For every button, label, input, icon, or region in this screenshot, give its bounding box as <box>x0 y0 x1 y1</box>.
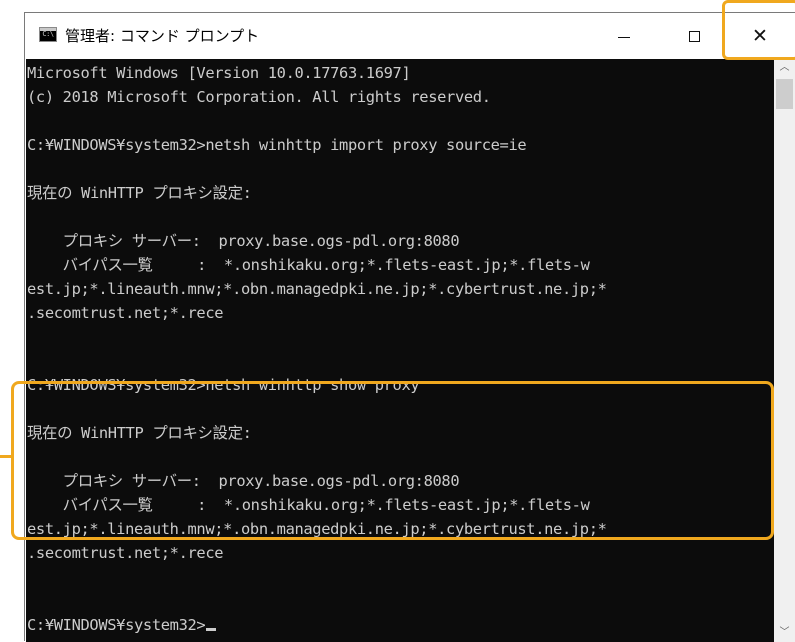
console-line: .secomtrust.net;*.rece <box>27 544 224 562</box>
cmd-icon[interactable]: C:\ <box>39 27 57 42</box>
console-line: C:¥WINDOWS¥system32>netsh winhttp show p… <box>27 376 420 394</box>
console-line: (c) 2018 Microsoft Corporation. All righ… <box>27 88 491 106</box>
maximize-button[interactable] <box>671 13 717 59</box>
vertical-scrollbar[interactable]: ︿ ﹀ <box>774 59 795 642</box>
scroll-down-icon[interactable]: ﹀ <box>774 624 795 642</box>
highlight-pointer-line <box>0 455 14 458</box>
console-line: 現在の WinHTTP プロキシ設定: <box>27 424 252 442</box>
minimize-button[interactable] <box>601 13 647 59</box>
console-line: Microsoft Windows [Version 10.0.17763.16… <box>27 64 411 82</box>
console-line: C:¥WINDOWS¥system32> <box>27 616 206 634</box>
console-output[interactable]: Microsoft Windows [Version 10.0.17763.16… <box>26 59 774 642</box>
console-line: est.jp;*.lineauth.mnw;*.obn.managedpki.n… <box>27 520 607 538</box>
console-line: バイパス一覧 : *.onshikaku.org;*.flets-east.jp… <box>27 256 590 274</box>
console-line: est.jp;*.lineauth.mnw;*.obn.managedpki.n… <box>27 280 607 298</box>
scroll-up-icon[interactable]: ︿ <box>774 59 795 77</box>
console-line: バイパス一覧 : *.onshikaku.org;*.flets-east.jp… <box>27 496 590 514</box>
text-cursor <box>206 628 217 631</box>
console-line: 現在の WinHTTP プロキシ設定: <box>27 184 252 202</box>
console-text: Microsoft Windows [Version 10.0.17763.16… <box>27 61 607 637</box>
close-button[interactable]: ✕ <box>731 13 789 59</box>
close-icon: ✕ <box>752 24 768 47</box>
console-line: プロキシ サーバー: proxy.base.ogs-pdl.org:8080 <box>27 472 460 490</box>
console-line: C:¥WINDOWS¥system32>netsh winhttp import… <box>27 136 527 154</box>
maximize-icon <box>688 30 700 42</box>
console-line: .secomtrust.net;*.rece <box>27 304 224 322</box>
command-prompt-window: C:\ 管理者: コマンド プロンプト ✕ Microsoft Windows … <box>24 12 795 642</box>
console-line: プロキシ サーバー: proxy.base.ogs-pdl.org:8080 <box>27 232 460 250</box>
window-title: 管理者: コマンド プロンプト <box>65 27 260 45</box>
scroll-thumb[interactable] <box>776 79 793 109</box>
title-bar[interactable]: C:\ 管理者: コマンド プロンプト ✕ <box>25 13 795 59</box>
minimize-icon <box>618 37 630 38</box>
